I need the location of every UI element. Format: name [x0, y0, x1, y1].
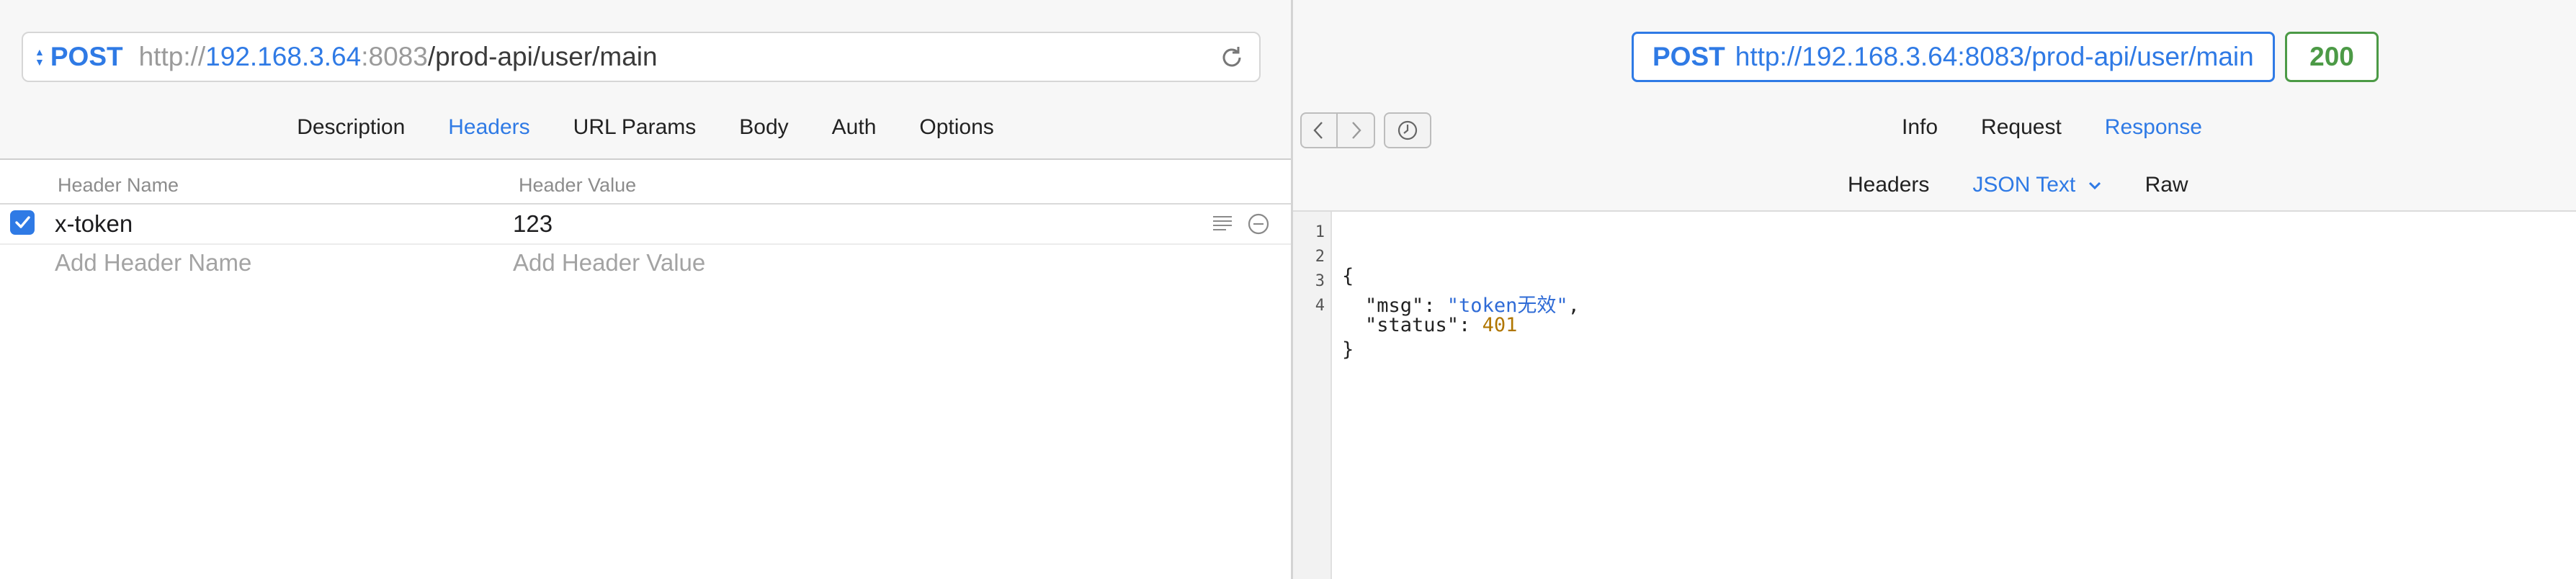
summary-method: POST	[1653, 42, 1725, 71]
json-number-value: 401	[1482, 314, 1518, 336]
code-line: 2 "msg": "token无效",	[1293, 245, 1580, 317]
tab-description[interactable]: Description	[297, 115, 405, 147]
lines-icon[interactable]	[1210, 212, 1235, 236]
response-pane: POST http://192.168.3.64:8083/prod-api/u…	[1293, 0, 2576, 579]
tab-auth[interactable]: Auth	[832, 115, 877, 147]
subtab-json-text[interactable]: JSON Text	[1972, 173, 2101, 197]
response-subtabs: Headers JSON Text Raw	[1293, 158, 2576, 212]
tab-body[interactable]: Body	[739, 115, 788, 147]
column-header-name: Header Name	[58, 174, 179, 196]
json-key: "status"	[1365, 314, 1459, 336]
chevron-down-icon	[2088, 182, 2101, 190]
code-line: 3 "status": 401	[1293, 269, 1518, 336]
request-tabs: Description Headers URL Params Body Auth…	[0, 115, 1291, 147]
add-header-row: Add Header Name Add Header Value	[0, 243, 1291, 282]
url-port: :8083	[361, 42, 428, 71]
chevron-right-icon	[1352, 122, 1361, 139]
header-name-cell[interactable]: x-token	[55, 210, 133, 238]
chevron-left-icon	[1313, 122, 1323, 139]
history-nav	[1300, 112, 1431, 148]
subtab-headers[interactable]: Headers	[1848, 173, 1929, 197]
subtab-raw[interactable]: Raw	[2145, 173, 2188, 197]
url-scheme: http://	[138, 42, 206, 71]
code-line: 1 {	[1293, 220, 1364, 287]
summary-url: http://192.168.3.64:8083/prod-api/user/m…	[1735, 42, 2254, 71]
clock-icon	[1397, 120, 1418, 140]
tab-info[interactable]: Info	[1902, 115, 1938, 140]
line-number: 2	[1315, 248, 1325, 266]
column-header-value: Header Value	[519, 174, 637, 196]
checkmark-icon	[15, 216, 30, 228]
updown-icon: ▲ ▼	[35, 46, 45, 68]
line-number: 3	[1315, 272, 1325, 290]
json-punct: ,	[1567, 295, 1580, 317]
method-select[interactable]: ▲ ▼ POST	[35, 42, 123, 72]
tab-url-params[interactable]: URL Params	[573, 115, 697, 147]
minus-circle-icon[interactable]	[1246, 212, 1271, 236]
history-button[interactable]	[1384, 112, 1431, 148]
code-text: "status": 401	[1365, 314, 1518, 336]
tab-response[interactable]: Response	[2105, 115, 2202, 140]
url-input[interactable]: http://192.168.3.64:8083/prod-api/user/m…	[139, 42, 658, 72]
line-number: 4	[1315, 297, 1325, 315]
tab-request[interactable]: Request	[1981, 115, 2062, 140]
url-path: /prod-api/user/main	[427, 42, 658, 71]
request-pane: ▲ ▼ POST http://192.168.3.64:8083/prod-ap…	[0, 0, 1291, 579]
header-enabled-checkbox[interactable]	[10, 210, 35, 235]
method-label: POST	[50, 42, 123, 71]
tab-headers[interactable]: Headers	[448, 115, 529, 147]
response-tabs: Info Request Response	[1902, 115, 2202, 140]
reload-icon[interactable]	[1217, 43, 1246, 72]
code-line: 4 }	[1293, 294, 1364, 361]
response-body-editor[interactable]: 1 { 2 "msg": "token无效", 3 "status": 401 …	[1293, 220, 1580, 361]
tab-options[interactable]: Options	[919, 115, 993, 147]
back-button[interactable]	[1300, 112, 1338, 148]
add-header-value-field[interactable]: Add Header Value	[513, 249, 705, 277]
response-toolbar: POST http://192.168.3.64:8083/prod-api/u…	[1293, 0, 2576, 160]
url-host: 192.168.3.64	[205, 42, 362, 71]
header-value-cell[interactable]: 123	[513, 210, 553, 238]
headers-table-header: Header Name Header Value	[0, 158, 1291, 205]
status-badge: 200	[2285, 32, 2379, 82]
code-text: }	[1342, 338, 1354, 361]
subtab-json-text-label: JSON Text	[1972, 173, 2076, 197]
request-summary[interactable]: POST http://192.168.3.64:8083/prod-api/u…	[1632, 32, 2275, 82]
url-bar[interactable]: ▲ ▼ POST http://192.168.3.64:8083/prod-ap…	[22, 32, 1261, 82]
request-toolbar: ▲ ▼ POST http://192.168.3.64:8083/prod-ap…	[0, 0, 1291, 160]
line-number: 1	[1315, 223, 1325, 241]
forward-button[interactable]	[1338, 112, 1375, 148]
table-row: x-token 123	[0, 205, 1291, 245]
add-header-name-field[interactable]: Add Header Name	[55, 249, 251, 277]
